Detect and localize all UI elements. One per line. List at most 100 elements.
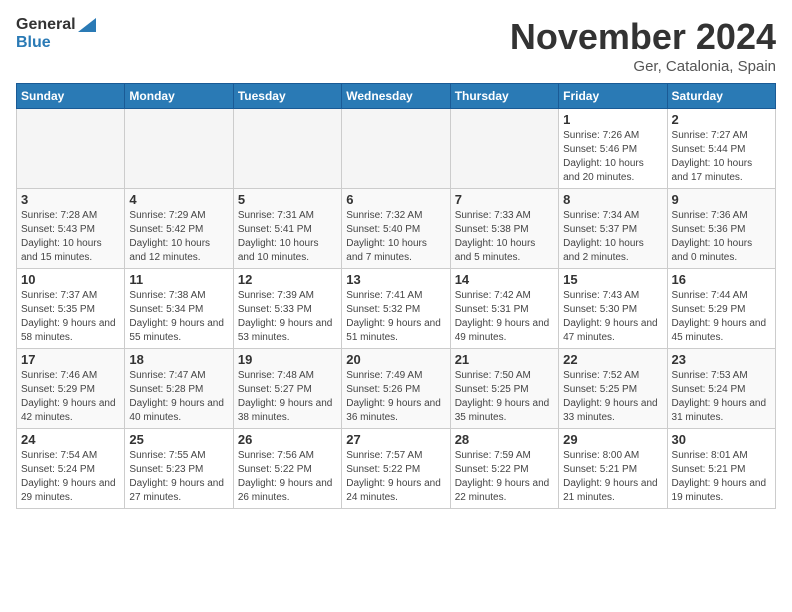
day-info: Sunrise: 7:48 AMSunset: 5:27 PMDaylight:… <box>238 369 337 425</box>
day-info: Sunrise: 7:55 AMSunset: 5:23 PMDaylight:… <box>129 449 228 505</box>
day-cell: 1 Sunrise: 7:26 AMSunset: 5:46 PMDaylight… <box>559 109 667 189</box>
day-cell: 24 Sunrise: 7:54 AMSunset: 5:24 PMDayligh… <box>17 429 125 509</box>
day-number: 13 <box>346 272 445 287</box>
day-cell: 15Sunrise: 7:43 AMSunset: 5:30 PMDayligh… <box>559 269 667 349</box>
title-block: November 2024 Ger, Catalonia, Spain <box>510 16 776 75</box>
day-number: 7 <box>455 192 554 207</box>
day-number: 10 <box>21 272 120 287</box>
day-info: Sunrise: 7:31 AMSunset: 5:41 PMDaylight:… <box>238 209 337 265</box>
day-info: Sunrise: 7:34 AMSunset: 5:37 PMDaylight:… <box>563 209 662 265</box>
week-row-5: 24 Sunrise: 7:54 AMSunset: 5:24 PMDayligh… <box>17 429 776 509</box>
day-number: 8 <box>563 192 662 207</box>
day-cell: 7 Sunrise: 7:33 AMSunset: 5:38 PMDaylight… <box>450 189 558 269</box>
day-cell: 2 Sunrise: 7:27 AMSunset: 5:44 PMDaylight… <box>667 109 775 189</box>
day-cell: 29 Sunrise: 8:00 AMSunset: 5:21 PMDayligh… <box>559 429 667 509</box>
day-info: Sunrise: 7:49 AMSunset: 5:26 PMDaylight:… <box>346 369 445 425</box>
day-info: Sunrise: 7:28 AMSunset: 5:43 PMDaylight:… <box>21 209 120 265</box>
day-info: Sunrise: 7:59 AMSunset: 5:22 PMDaylight:… <box>455 449 554 505</box>
day-cell <box>233 109 341 189</box>
day-cell: 6Sunrise: 7:32 AMSunset: 5:40 PMDaylight… <box>342 189 450 269</box>
day-number: 3 <box>21 192 120 207</box>
day-cell: 18Sunrise: 7:47 AMSunset: 5:28 PMDayligh… <box>125 349 233 429</box>
day-number: 2 <box>672 112 771 127</box>
day-cell: 13 Sunrise: 7:41 AMSunset: 5:32 PMDayligh… <box>342 269 450 349</box>
day-info: Sunrise: 7:37 AMSunset: 5:35 PMDaylight:… <box>21 289 120 345</box>
day-number: 29 <box>563 432 662 447</box>
day-cell: 17 Sunrise: 7:46 AMSunset: 5:29 PMDayligh… <box>17 349 125 429</box>
day-number: 5 <box>238 192 337 207</box>
day-number: 30 <box>672 432 771 447</box>
day-cell: 9Sunrise: 7:36 AMSunset: 5:36 PMDaylight… <box>667 189 775 269</box>
day-info: Sunrise: 7:47 AMSunset: 5:28 PMDaylight:… <box>129 369 228 425</box>
day-number: 26 <box>238 432 337 447</box>
day-cell: 8 Sunrise: 7:34 AMSunset: 5:37 PMDaylight… <box>559 189 667 269</box>
day-info: Sunrise: 7:29 AMSunset: 5:42 PMDaylight:… <box>129 209 228 265</box>
day-header-saturday: Saturday <box>667 84 775 109</box>
day-cell: 25Sunrise: 7:55 AMSunset: 5:23 PMDayligh… <box>125 429 233 509</box>
day-cell: 23 Sunrise: 7:53 AMSunset: 5:24 PMDayligh… <box>667 349 775 429</box>
day-cell: 12 Sunrise: 7:39 AMSunset: 5:33 PMDayligh… <box>233 269 341 349</box>
week-row-2: 3 Sunrise: 7:28 AMSunset: 5:43 PMDaylight… <box>17 189 776 269</box>
day-info: Sunrise: 7:54 AMSunset: 5:24 PMDaylight:… <box>21 449 120 505</box>
day-info: Sunrise: 8:01 AMSunset: 5:21 PMDaylight:… <box>672 449 771 505</box>
day-info: Sunrise: 7:44 AMSunset: 5:29 PMDaylight:… <box>672 289 771 345</box>
day-info: Sunrise: 7:53 AMSunset: 5:24 PMDaylight:… <box>672 369 771 425</box>
day-cell <box>450 109 558 189</box>
day-cell <box>125 109 233 189</box>
day-info: Sunrise: 7:57 AMSunset: 5:22 PMDaylight:… <box>346 449 445 505</box>
day-header-friday: Friday <box>559 84 667 109</box>
week-row-3: 10 Sunrise: 7:37 AMSunset: 5:35 PMDayligh… <box>17 269 776 349</box>
day-info: Sunrise: 7:39 AMSunset: 5:33 PMDaylight:… <box>238 289 337 345</box>
day-number: 14 <box>455 272 554 287</box>
day-cell: 20 Sunrise: 7:49 AMSunset: 5:26 PMDayligh… <box>342 349 450 429</box>
logo: General Blue <box>16 16 96 51</box>
day-info: Sunrise: 7:26 AMSunset: 5:46 PMDaylight:… <box>563 129 662 185</box>
day-number: 17 <box>21 352 120 367</box>
day-cell: 22 Sunrise: 7:52 AMSunset: 5:25 PMDayligh… <box>559 349 667 429</box>
header-row: SundayMondayTuesdayWednesdayThursdayFrid… <box>17 84 776 109</box>
day-info: Sunrise: 7:38 AMSunset: 5:34 PMDaylight:… <box>129 289 228 345</box>
day-number: 28 <box>455 432 554 447</box>
calendar-table: SundayMondayTuesdayWednesdayThursdayFrid… <box>16 83 776 509</box>
day-header-tuesday: Tuesday <box>233 84 341 109</box>
day-cell: 11 Sunrise: 7:38 AMSunset: 5:34 PMDayligh… <box>125 269 233 349</box>
day-cell: 19 Sunrise: 7:48 AMSunset: 5:27 PMDayligh… <box>233 349 341 429</box>
day-info: Sunrise: 7:27 AMSunset: 5:44 PMDaylight:… <box>672 129 771 185</box>
day-number: 23 <box>672 352 771 367</box>
day-cell: 30 Sunrise: 8:01 AMSunset: 5:21 PMDayligh… <box>667 429 775 509</box>
logo-blue: Blue <box>16 34 96 52</box>
day-number: 15 <box>563 272 662 287</box>
day-number: 12 <box>238 272 337 287</box>
day-info: Sunrise: 7:33 AMSunset: 5:38 PMDaylight:… <box>455 209 554 265</box>
day-number: 19 <box>238 352 337 367</box>
day-header-monday: Monday <box>125 84 233 109</box>
day-cell: 3 Sunrise: 7:28 AMSunset: 5:43 PMDaylight… <box>17 189 125 269</box>
week-row-1: 1 Sunrise: 7:26 AMSunset: 5:46 PMDaylight… <box>17 109 776 189</box>
day-cell: 5 Sunrise: 7:31 AMSunset: 5:41 PMDaylight… <box>233 189 341 269</box>
day-info: Sunrise: 7:32 AMSunset: 5:40 PMDaylight:… <box>346 209 445 265</box>
day-number: 1 <box>563 112 662 127</box>
day-cell: 4 Sunrise: 7:29 AMSunset: 5:42 PMDaylight… <box>125 189 233 269</box>
day-number: 11 <box>129 272 228 287</box>
day-info: Sunrise: 7:56 AMSunset: 5:22 PMDaylight:… <box>238 449 337 505</box>
day-number: 27 <box>346 432 445 447</box>
day-number: 16 <box>672 272 771 287</box>
day-number: 20 <box>346 352 445 367</box>
day-cell: 26 Sunrise: 7:56 AMSunset: 5:22 PMDayligh… <box>233 429 341 509</box>
day-number: 9 <box>672 192 771 207</box>
day-cell <box>342 109 450 189</box>
logo-general: General <box>16 16 96 34</box>
day-number: 22 <box>563 352 662 367</box>
day-info: Sunrise: 7:52 AMSunset: 5:25 PMDaylight:… <box>563 369 662 425</box>
day-cell: 14Sunrise: 7:42 AMSunset: 5:31 PMDayligh… <box>450 269 558 349</box>
day-number: 24 <box>21 432 120 447</box>
day-number: 4 <box>129 192 228 207</box>
month-title: November 2024 <box>510 16 776 58</box>
day-header-thursday: Thursday <box>450 84 558 109</box>
page-header: General Blue November 2024 Ger, Cataloni… <box>16 16 776 75</box>
day-info: Sunrise: 8:00 AMSunset: 5:21 PMDaylight:… <box>563 449 662 505</box>
day-info: Sunrise: 7:46 AMSunset: 5:29 PMDaylight:… <box>21 369 120 425</box>
day-info: Sunrise: 7:41 AMSunset: 5:32 PMDaylight:… <box>346 289 445 345</box>
day-cell <box>17 109 125 189</box>
day-cell: 10 Sunrise: 7:37 AMSunset: 5:35 PMDayligh… <box>17 269 125 349</box>
